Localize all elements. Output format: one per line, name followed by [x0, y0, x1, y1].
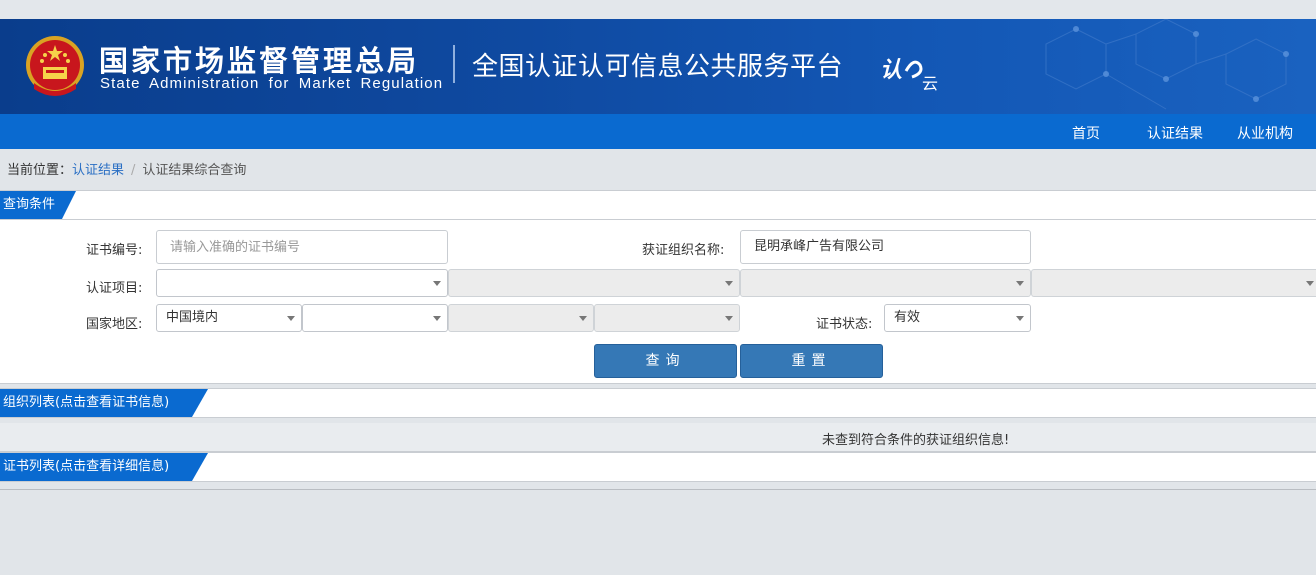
cert-list-title[interactable]: 证书列表(点击查看详细信息) [3, 459, 169, 474]
network-pattern-decoration [1045, 19, 1289, 110]
nav-item-home[interactable]: 首页 [1072, 123, 1100, 143]
org-name-input[interactable]: 昆明承峰广告有限公司 [740, 230, 1031, 264]
breadcrumb-prefix: 当前位置： [7, 163, 73, 178]
main-nav: 首页 认证结果 从业机构 [0, 114, 1316, 149]
region-select-province[interactable] [302, 304, 448, 332]
org-list-empty-row: 未查到符合条件的获证组织信息! [0, 423, 1316, 452]
svg-text:云: 云 [922, 74, 938, 93]
chevron-down-icon [287, 316, 295, 321]
chevron-down-icon [433, 281, 441, 286]
chevron-down-icon [1016, 281, 1024, 286]
org-name-en: State Administration for Market Regulati… [100, 75, 444, 92]
cert-project-label: 认证项目: [86, 281, 143, 296]
query-panel-tab: 查询条件 [0, 191, 76, 219]
org-list-empty-message: 未查到符合条件的获证组织信息! [822, 433, 1010, 448]
nav-item-institutions[interactable]: 从业机构 [1237, 123, 1293, 143]
breadcrumb-current: 认证结果综合查询 [142, 163, 247, 178]
org-list-tab: 组织列表(点击查看证书信息) [0, 389, 208, 417]
cert-project-select-1[interactable] [156, 269, 448, 297]
cert-project-select-2[interactable] [448, 269, 740, 297]
chevron-down-icon [579, 316, 587, 321]
svg-text:认: 认 [880, 58, 902, 83]
cert-no-input[interactable] [156, 230, 448, 264]
header-divider [453, 45, 455, 83]
cert-no-label: 证书编号: [86, 243, 143, 258]
cert-project-select-3[interactable] [740, 269, 1031, 297]
breadcrumb-separator: / [131, 163, 136, 178]
chevron-down-icon [725, 281, 733, 286]
renyun-logo-icon: 认 云 [880, 58, 938, 93]
status-select-value: 有效 [894, 310, 921, 325]
org-list-title[interactable]: 组织列表(点击查看证书信息) [3, 395, 169, 410]
top-strip [0, 0, 1316, 19]
chevron-down-icon [725, 316, 733, 321]
cert-project-select-4[interactable] [1031, 269, 1316, 297]
query-form: 证书编号: 获证组织名称: 昆明承峰广告有限公司 认证项目: 国家地区: 中国境… [0, 220, 1316, 384]
cert-list-header: 证书列表(点击查看详细信息) [0, 452, 1316, 482]
org-name-label: 获证组织名称: [642, 243, 725, 258]
header-banner: 国家市场监督管理总局 State Administration for Mark… [0, 19, 1316, 114]
cert-list-tab: 证书列表(点击查看详细信息) [0, 453, 208, 481]
org-list-header: 组织列表(点击查看证书信息) [0, 388, 1316, 418]
query-panel-title: 查询条件 [3, 197, 56, 212]
search-button[interactable]: 查询 [594, 344, 737, 378]
region-select-country[interactable]: 中国境内 [156, 304, 302, 332]
status-select[interactable]: 有效 [884, 304, 1031, 332]
region-select-city[interactable] [448, 304, 594, 332]
chevron-down-icon [433, 316, 441, 321]
chevron-down-icon [1306, 281, 1314, 286]
status-label: 证书状态: [816, 317, 873, 332]
region-label: 国家地区: [86, 317, 143, 332]
region-select-district[interactable] [594, 304, 740, 332]
query-panel-header: 查询条件 [0, 190, 1316, 220]
region-select-country-value: 中国境内 [166, 310, 219, 325]
org-name-cn: 国家市场监督管理总局 [99, 44, 420, 78]
bottom-divider [0, 489, 1316, 490]
breadcrumb: 当前位置：认证结果 / 认证结果综合查询 [7, 159, 246, 178]
platform-title: 全国认证认可信息公共服务平台 [472, 52, 844, 82]
chevron-down-icon [1016, 316, 1024, 321]
nav-item-cert-results[interactable]: 认证结果 [1147, 123, 1203, 143]
breadcrumb-link[interactable]: 认证结果 [72, 163, 124, 178]
reset-button[interactable]: 重置 [740, 344, 883, 378]
national-emblem-icon [26, 36, 84, 96]
